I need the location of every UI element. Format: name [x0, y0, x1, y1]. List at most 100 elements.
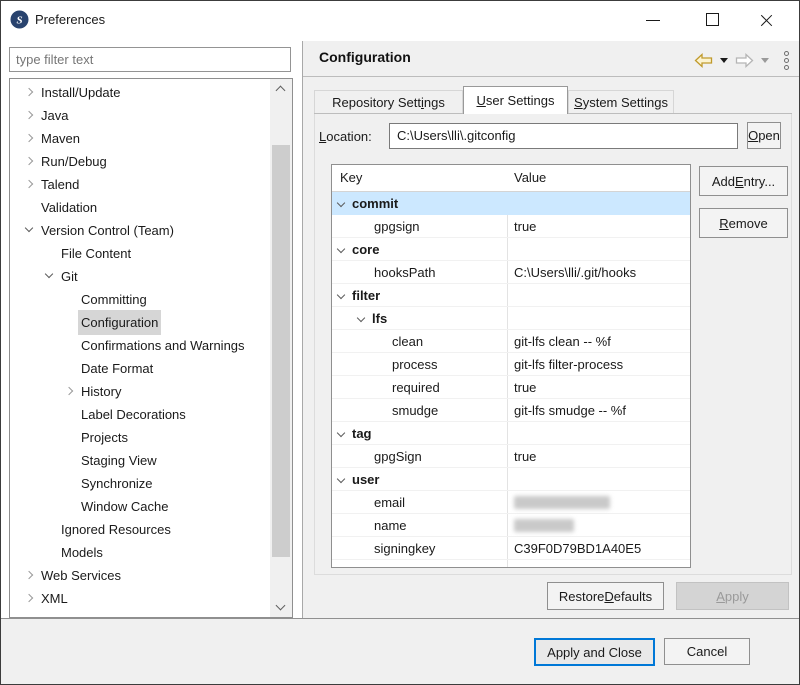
- chevron-down-icon[interactable]: [45, 270, 53, 278]
- scroll-up-icon[interactable]: [276, 86, 286, 96]
- chevron-down-icon[interactable]: [337, 475, 345, 483]
- config-value: C39F0D79BD1A40E5: [514, 541, 641, 556]
- config-key: gpgSign: [374, 449, 422, 464]
- chevron-down-icon[interactable]: [337, 429, 345, 437]
- config-key: gpgsign: [374, 219, 420, 234]
- chevron-down-icon[interactable]: [25, 224, 33, 232]
- tree-item-maven[interactable]: Maven: [10, 127, 270, 150]
- config-value: git-lfs clean -- %f: [514, 334, 611, 349]
- config-row-email[interactable]: email: [332, 491, 690, 514]
- tree-item-ignored-resources[interactable]: Ignored Resources: [10, 518, 270, 541]
- config-row-smudge[interactable]: smudgegit-lfs smudge -- %f: [332, 399, 690, 422]
- redacted-value: [514, 519, 574, 532]
- config-row-gpgsign[interactable]: gpgsigntrue: [332, 215, 690, 238]
- tree-item-file-content[interactable]: File Content: [10, 242, 270, 265]
- tree-scrollbar[interactable]: [270, 79, 292, 617]
- chevron-down-icon[interactable]: [337, 199, 345, 207]
- tab-system-settings[interactable]: System Settings: [568, 90, 674, 114]
- tree-item-models[interactable]: Models: [10, 541, 270, 564]
- config-key: smudge: [392, 403, 438, 418]
- config-key: hooksPath: [374, 265, 435, 280]
- chevron-right-icon[interactable]: [25, 571, 33, 579]
- config-row-clean[interactable]: clean git-lfs clean -- %f: [332, 330, 690, 353]
- chevron-right-icon[interactable]: [25, 134, 33, 142]
- tree-item-validation[interactable]: Validation: [10, 196, 270, 219]
- scroll-down-icon[interactable]: [276, 601, 286, 611]
- tree-item-xml[interactable]: XML: [10, 587, 270, 610]
- config-value: C:\Users\lli/.git/hooks: [514, 265, 636, 280]
- chevron-down-icon[interactable]: [337, 245, 345, 253]
- tree-item-staging-view[interactable]: Staging View: [10, 449, 270, 472]
- config-row-lfs[interactable]: lfs: [332, 307, 690, 330]
- chevron-right-icon[interactable]: [25, 88, 33, 96]
- back-arrow-icon[interactable]: [694, 53, 713, 68]
- config-row-signingkey[interactable]: signingkeyC39F0D79BD1A40E5: [332, 537, 690, 560]
- chevron-right-icon[interactable]: [65, 387, 73, 395]
- tree-item-history[interactable]: History: [10, 380, 270, 403]
- chevron-right-icon[interactable]: [25, 594, 33, 602]
- maximize-button[interactable]: [697, 7, 727, 33]
- forward-arrow-icon[interactable]: [735, 53, 754, 68]
- tree-item-confirmations-and-warnings[interactable]: Confirmations and Warnings: [10, 334, 270, 357]
- tree-item-talend[interactable]: Talend: [10, 173, 270, 196]
- tree-item-synchronize[interactable]: Synchronize: [10, 472, 270, 495]
- open-button[interactable]: Open: [747, 122, 781, 149]
- chevron-down-icon[interactable]: [357, 314, 365, 322]
- tree-item-label-decorations[interactable]: Label Decorations: [10, 403, 270, 426]
- tree-item-projects[interactable]: Projects: [10, 426, 270, 449]
- tree-item-date-format[interactable]: Date Format: [10, 357, 270, 380]
- tab-user-settings[interactable]: User Settings: [463, 86, 568, 114]
- config-key: process: [392, 357, 438, 372]
- close-button[interactable]: [751, 7, 781, 33]
- config-row-user[interactable]: user: [332, 468, 690, 491]
- tree-item-run-debug[interactable]: Run/Debug: [10, 150, 270, 173]
- config-row-commit[interactable]: commit: [332, 192, 690, 215]
- tree-item-label: Synchronize: [78, 471, 156, 496]
- value-column-header[interactable]: Value: [514, 170, 546, 185]
- window-title: Preferences: [35, 12, 105, 27]
- filter-input[interactable]: [9, 47, 291, 72]
- tree-item-version-control-team[interactable]: Version Control (Team): [10, 219, 270, 242]
- tree-item-web-services[interactable]: Web Services: [10, 564, 270, 587]
- location-field[interactable]: C:\Users\lli\.gitconfig: [389, 123, 738, 149]
- config-row-required[interactable]: requiredtrue: [332, 376, 690, 399]
- config-row-filter[interactable]: filter: [332, 284, 690, 307]
- restore-defaults-button[interactable]: Restore Defaults: [547, 582, 664, 610]
- config-row-core[interactable]: core: [332, 238, 690, 261]
- configuration-panel: Configuration Repository Settings User S…: [303, 41, 799, 618]
- view-menu-icon[interactable]: [784, 51, 789, 70]
- close-icon: [759, 13, 774, 28]
- config-row-tag[interactable]: tag: [332, 422, 690, 445]
- config-key: clean: [392, 334, 423, 349]
- add-entry-button[interactable]: Add Entry...: [699, 166, 788, 196]
- tree-item-git[interactable]: Git: [10, 265, 270, 288]
- tree-item-install-update[interactable]: Install/Update: [10, 81, 270, 104]
- tree-item-label: Staging View: [78, 448, 160, 473]
- back-history-dropdown-icon[interactable]: [720, 58, 728, 63]
- tree-item-label: Maven: [38, 126, 83, 151]
- page-title: Configuration: [319, 49, 411, 65]
- chevron-down-icon[interactable]: [337, 291, 345, 299]
- config-row-process[interactable]: processgit-lfs filter-process: [332, 353, 690, 376]
- table-header[interactable]: Key Value: [332, 165, 690, 192]
- tree-item-label: Confirmations and Warnings: [78, 333, 248, 358]
- config-row-name[interactable]: name: [332, 514, 690, 537]
- tree-item-java[interactable]: Java: [10, 104, 270, 127]
- forward-history-dropdown-icon[interactable]: [761, 58, 769, 63]
- config-row-hooksPath[interactable]: hooksPath C:\Users\lli/.git/hooks: [332, 261, 690, 284]
- minimize-button[interactable]: [638, 7, 668, 33]
- chevron-right-icon[interactable]: [25, 111, 33, 119]
- chevron-right-icon[interactable]: [25, 180, 33, 188]
- tree-item-committing[interactable]: Committing: [10, 288, 270, 311]
- tree-item-configuration[interactable]: Configuration: [10, 311, 270, 334]
- tab-repository-settings[interactable]: Repository Settings: [314, 90, 463, 114]
- cancel-button[interactable]: Cancel: [664, 638, 750, 665]
- config-row-gpgSign[interactable]: gpgSigntrue: [332, 445, 690, 468]
- chevron-right-icon[interactable]: [25, 157, 33, 165]
- key-column-header[interactable]: Key: [340, 170, 362, 185]
- tree-scrollbar-thumb[interactable]: [272, 145, 290, 557]
- tree-item-window-cache[interactable]: Window Cache: [10, 495, 270, 518]
- apply-and-close-button[interactable]: Apply and Close: [534, 638, 655, 666]
- remove-button[interactable]: Remove: [699, 208, 788, 238]
- config-key: commit: [352, 196, 398, 211]
